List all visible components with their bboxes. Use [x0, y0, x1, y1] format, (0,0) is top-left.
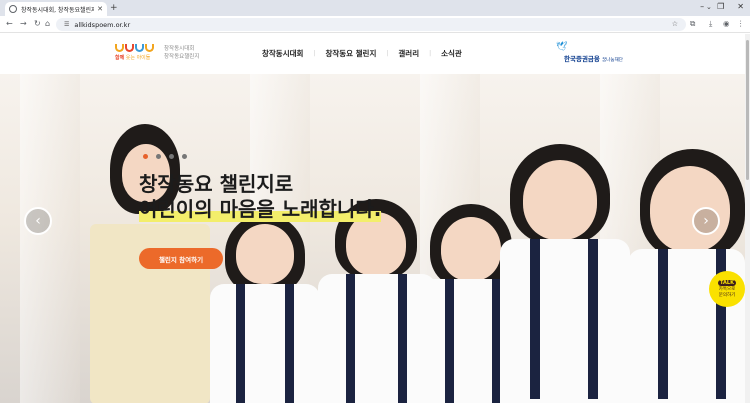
partner-name: 한국증권금융 꿈나눔재단 [564, 55, 623, 63]
sub-brand: 창작동시대회 창작동요챌린지 [164, 46, 200, 60]
chevron-left-icon: ‹ [35, 213, 41, 229]
tab-title: 창작동시대회, 창작동요챌린지 [21, 6, 95, 14]
forward-icon[interactable]: → [20, 19, 27, 28]
new-tab-icon[interactable]: + [110, 3, 118, 13]
address-bar[interactable]: ☰ allkidspoem.or.kr ☆ [56, 18, 686, 31]
next-slide-button[interactable]: › [692, 207, 720, 235]
slide-indicators [143, 154, 187, 159]
site-logo[interactable]: 함께 웃는 아이들 [115, 44, 160, 64]
nav-item-poem-contest[interactable]: 창작동시대회 [262, 48, 303, 59]
download-icon[interactable]: ⤓ [709, 19, 712, 29]
site-favicon-icon [9, 5, 17, 13]
extensions-icon[interactable]: ⧉ [690, 19, 695, 29]
menu-icon[interactable]: ⋮ [737, 19, 745, 28]
star-icon[interactable]: ☆ [672, 20, 678, 28]
kakao-talk-icon: TALK [718, 279, 736, 286]
hero-headline-line2: 어린이의 마음을 노래합니다. [139, 197, 382, 222]
kakao-chat-button[interactable]: TALK 카톡으로 문의하기 [709, 271, 745, 307]
kakao-label: 카톡으로 문의하기 [718, 286, 736, 298]
nav-item-gallery[interactable]: 갤러리 [398, 48, 419, 59]
browser-toolbar: ← → ↻ ⌂ ☰ allkidspoem.or.kr ☆ ⧉ ⤓ ◉ ⋮ [0, 16, 750, 33]
chevron-right-icon: › [703, 213, 709, 229]
home-icon[interactable]: ⌂ [45, 19, 50, 28]
prev-slide-button[interactable]: ‹ [24, 207, 52, 235]
restore-icon[interactable]: ❐ [717, 2, 724, 11]
slide-indicator-dot[interactable] [143, 154, 148, 159]
tune-icon[interactable]: ☰ [64, 21, 69, 28]
page-scrollbar-thumb[interactable] [746, 40, 749, 180]
reload-icon[interactable]: ↻ [34, 19, 41, 28]
nav-item-song-challenge[interactable]: 창작동요 챌린지 [325, 48, 376, 59]
main-nav: 창작동시대회 | 창작동요 챌린지 | 갤러리 | 소식관 [262, 48, 462, 59]
slide-indicator-dot[interactable] [156, 154, 161, 159]
partner-logo[interactable]: 🕊 한국증권금융 꿈나눔재단 [556, 42, 632, 63]
hero-headline: 창작동요 챌린지로 어린이의 마음을 노래합니다. [139, 172, 382, 222]
url-text: allkidspoem.or.kr [74, 20, 131, 29]
close-tab-icon[interactable]: ✕ [97, 5, 103, 13]
site-header: 함께 웃는 아이들 창작동시대회 창작동요챌린지 창작동시대회 | 창작동요 챌… [0, 34, 750, 74]
join-challenge-button[interactable]: 챌린지 참여하기 [139, 248, 223, 269]
hero-headline-line1: 창작동요 챌린지로 [139, 172, 294, 196]
browser-tab[interactable]: 창작동시대회, 창작동요챌린지 ✕ [5, 2, 107, 16]
logo-mark-icon [115, 44, 160, 52]
back-icon[interactable]: ← [6, 19, 13, 28]
profile-icon[interactable]: ◉ [723, 19, 730, 28]
window-close-icon[interactable]: ✕ [737, 2, 744, 11]
nav-item-news[interactable]: 소식관 [441, 48, 462, 59]
logo-text: 함께 웃는 아이들 [115, 55, 151, 61]
hero-slider: 창작동요 챌린지로 어린이의 마음을 노래합니다. 챌린지 참여하기 ‹ › T… [0, 74, 745, 403]
browser-tab-strip: 창작동시대회, 창작동요챌린지 ✕ + ⌄ – ❐ ✕ [0, 0, 750, 16]
slide-indicator-dot[interactable] [169, 154, 174, 159]
slide-indicator-dot[interactable] [182, 154, 187, 159]
bird-icon: 🕊 [556, 42, 568, 52]
minimize-icon[interactable]: – [700, 2, 704, 11]
